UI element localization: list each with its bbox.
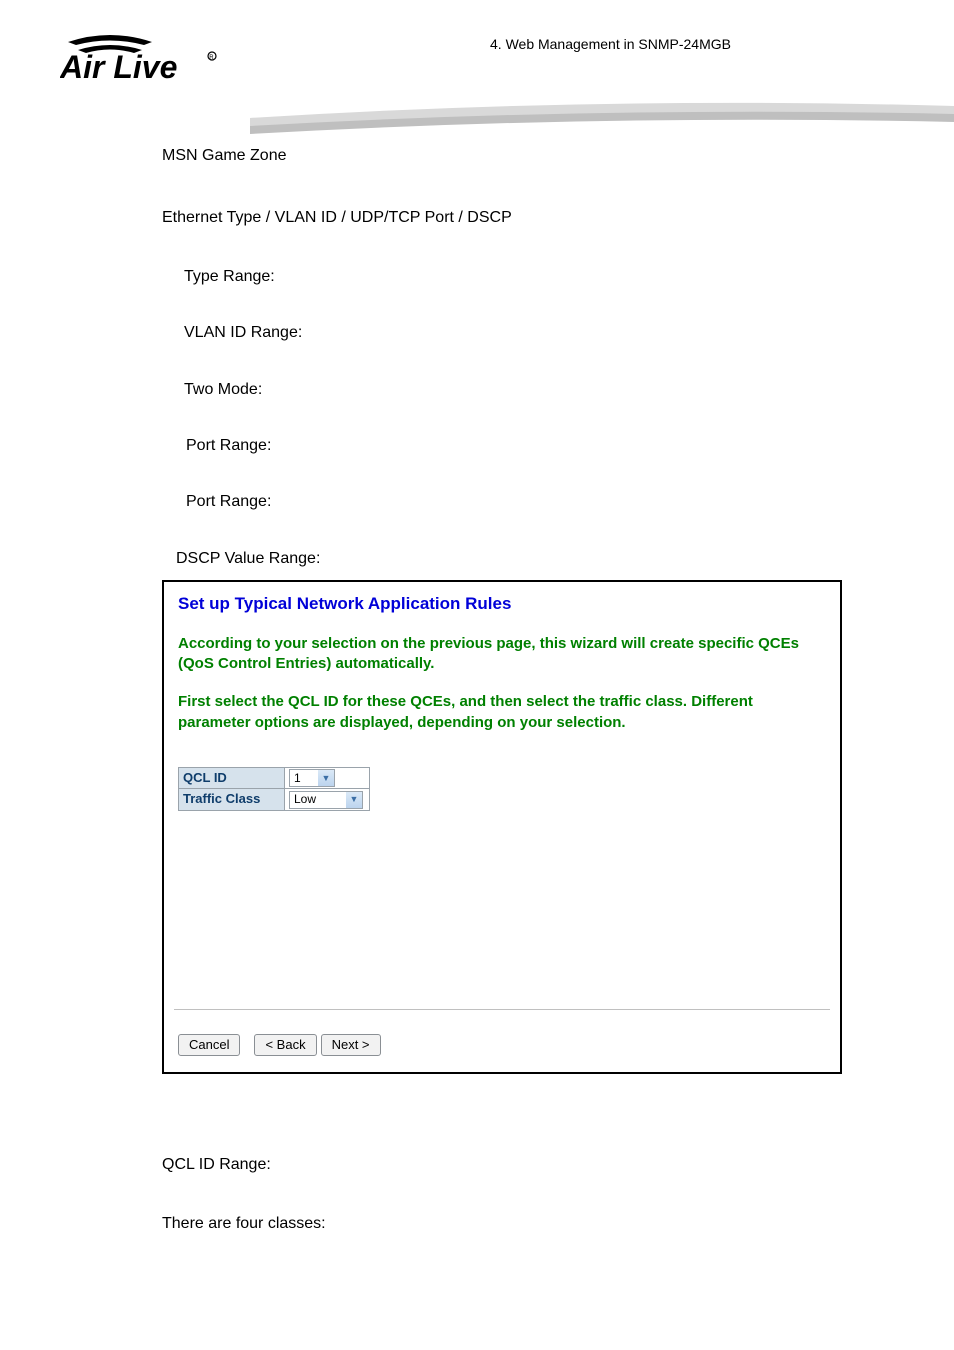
two-mode-label: Two Mode: (162, 379, 792, 401)
type-range-label: Type Range: (162, 266, 792, 288)
traffic-class-label: Traffic Class (179, 789, 285, 810)
qcl-id-label: QCL ID (179, 767, 285, 788)
wizard-paragraph-1: According to your selection on the previ… (178, 634, 826, 675)
qcl-id-select[interactable]: 1 ▼ (289, 769, 335, 787)
back-button[interactable]: < Back (254, 1034, 316, 1056)
chevron-down-icon: ▼ (318, 770, 334, 786)
traffic-class-select[interactable]: Low ▼ (289, 791, 363, 809)
cancel-button[interactable]: Cancel (178, 1034, 240, 1056)
airlive-logo: Air Live R (60, 28, 235, 95)
wizard-title: Set up Typical Network Application Rules (178, 592, 826, 616)
msn-game-zone-text: MSN Game Zone (162, 145, 792, 167)
traffic-class-value: Low (290, 791, 346, 808)
wizard-form-table: QCL ID 1 ▼ Traffic Class Low ▼ (178, 767, 370, 811)
wizard-paragraph-2: First select the QCL ID for these QCEs, … (178, 692, 826, 733)
next-button[interactable]: Next > (321, 1034, 381, 1056)
chevron-down-icon: ▼ (346, 792, 362, 808)
port-range-label-2: Port Range: (162, 491, 792, 513)
svg-text:Air Live: Air Live (60, 49, 177, 85)
four-classes-text: There are four classes: (162, 1213, 792, 1235)
header-swoosh (250, 100, 954, 130)
port-range-label-1: Port Range: (162, 435, 792, 457)
svg-text:R: R (209, 55, 214, 61)
wizard-divider (174, 1009, 830, 1010)
qcl-id-range-label: QCL ID Range: (162, 1154, 792, 1176)
vlan-id-range-label: VLAN ID Range: (162, 322, 792, 344)
ethernet-type-heading: Ethernet Type / VLAN ID / UDP/TCP Port /… (162, 207, 792, 229)
qcl-id-value: 1 (290, 770, 318, 787)
breadcrumb: 4. Web Management in SNMP-24MGB (490, 36, 731, 52)
dscp-value-range-label: DSCP Value Range: (162, 548, 792, 570)
wizard-screenshot: Set up Typical Network Application Rules… (162, 580, 842, 1074)
